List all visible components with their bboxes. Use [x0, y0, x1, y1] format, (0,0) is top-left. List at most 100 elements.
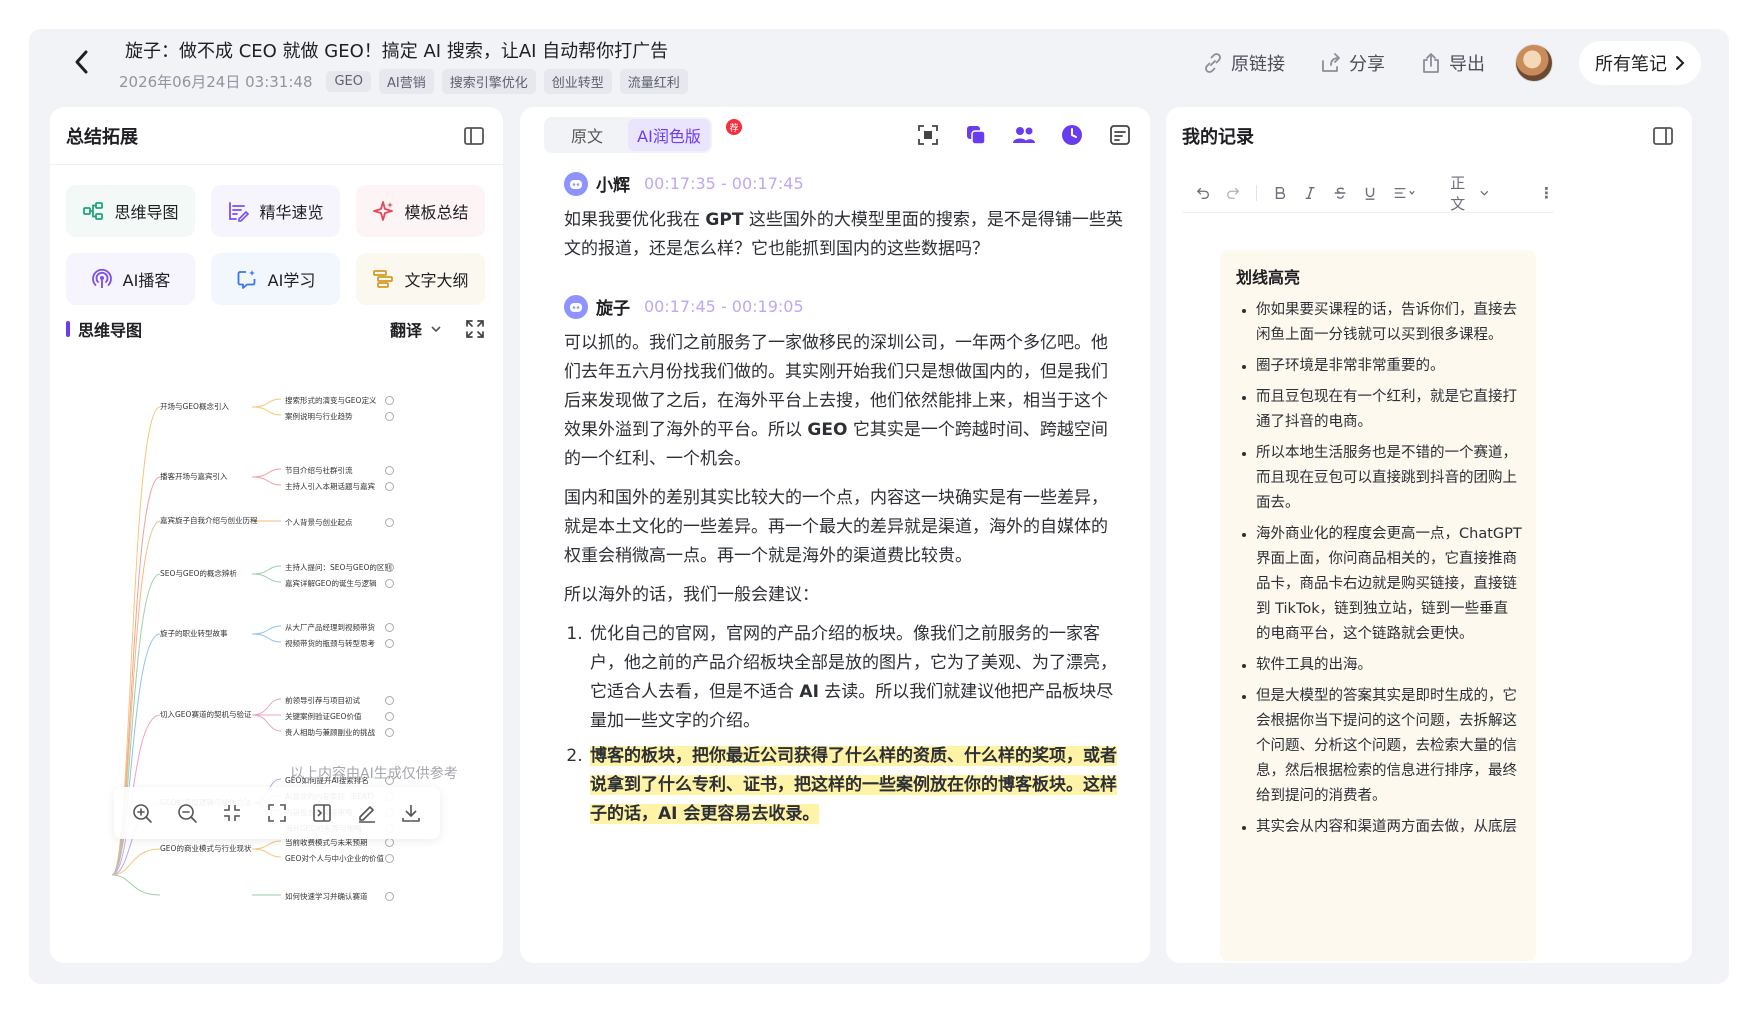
expand-node-icon[interactable] [385, 563, 394, 572]
tool-template-summary[interactable]: 模板总结 [356, 185, 485, 237]
align-icon[interactable] [1393, 185, 1416, 201]
expand-node-icon[interactable] [385, 712, 394, 721]
sidebar-toggle-icon[interactable] [463, 125, 485, 147]
strikethrough-icon[interactable] [1333, 185, 1347, 201]
mindmap-leaf-node[interactable]: 从大厂产品经理到视频带货 [285, 622, 375, 633]
copy-icon[interactable] [964, 123, 988, 147]
undo-icon[interactable] [1196, 185, 1210, 201]
collapse-icon[interactable] [221, 802, 243, 824]
tool-highlights[interactable]: 精华速览 [211, 185, 340, 237]
edit-icon[interactable] [356, 802, 378, 824]
expand-node-icon[interactable] [385, 579, 394, 588]
tool-ai-learning[interactable]: AI学习 [211, 253, 340, 305]
tool-text-outline[interactable]: 文字大纲 [356, 253, 485, 305]
mindmap-branch-node[interactable]: 嘉宾旋子自我介绍与创业历程 [160, 515, 258, 526]
avatar[interactable] [1515, 44, 1553, 82]
translate-dropdown[interactable]: 翻译 [390, 317, 442, 341]
export-button[interactable]: 导出 [1419, 50, 1485, 76]
speaker-time[interactable]: 00:17:35 - 00:17:45 [644, 174, 804, 193]
expand-node-icon[interactable] [385, 639, 394, 648]
tool-ai-podcast[interactable]: AI播客 [66, 253, 195, 305]
mindmap-edge [251, 565, 282, 575]
clock-icon[interactable] [1060, 123, 1084, 147]
redo-icon[interactable] [1226, 185, 1240, 201]
mindmap-leaf-node[interactable]: GEO对个人与中小企业的价值 [285, 853, 384, 864]
mindmap-branch-node[interactable]: SEO与GEO的概念辨析 [160, 568, 237, 579]
chevron-down-icon [431, 326, 441, 333]
mindmap-canvas[interactable]: 开场与GEO概念引入 搜索形式的演变与GEO定义 案例说明与行业趋势播客开场与嘉宾引… [50, 347, 503, 963]
tool-mindmap[interactable]: 思维导图 [66, 185, 195, 237]
tag[interactable]: GEO [326, 71, 372, 92]
list-item[interactable]: 海外商业化的程度会更高一点，ChatGPT 界面上面，你问商品相关的，它直接推商… [1236, 522, 1522, 647]
mindmap-branch-node[interactable]: 播客开场与嘉宾引入 [160, 471, 228, 482]
mindmap-leaf-node[interactable]: 节目介绍与社群引流 [285, 465, 353, 476]
list-item[interactable]: 你如果要买课程的话，告诉你们，直接去闲鱼上面一分钱就可以买到很多课程。 [1236, 298, 1522, 348]
back-button[interactable] [67, 47, 97, 77]
mindmap-leaf-node[interactable]: 关键案例验证GEO价值 [285, 711, 361, 722]
mindmap-edge [251, 848, 282, 858]
mindmap-branch-node[interactable]: 开场与GEO概念引入 [160, 401, 229, 412]
sidebar-toggle-icon[interactable] [1652, 125, 1674, 147]
list-item[interactable]: 其实会从内容和渠道两方面去做，从底层 [1236, 815, 1522, 840]
mindmap-branch-node[interactable]: 旋子的职业转型故事 [160, 628, 228, 639]
mindmap-leaf-node[interactable]: 视频带货的瓶颈与转型思考 [285, 638, 375, 649]
fit-screen-icon[interactable] [266, 802, 288, 824]
expand-node-icon[interactable] [385, 518, 394, 527]
tab-ai-polished[interactable]: AI润色版 [628, 119, 710, 151]
fullscreen-icon[interactable] [464, 318, 486, 340]
expand-node-icon[interactable] [385, 892, 394, 901]
bold-icon[interactable] [1273, 185, 1287, 201]
expand-node-icon[interactable] [385, 412, 394, 421]
mindmap-edge [251, 406, 282, 416]
list-item[interactable]: 圈子环境是非常非常重要的。 [1236, 354, 1522, 379]
list-item[interactable]: 而且豆包现在有一个红利，就是它直接打通了抖音的电商。 [1236, 385, 1522, 435]
mindmap-leaf-node[interactable]: 主持人引入本期话题与嘉宾 [285, 481, 375, 492]
list-item[interactable]: 所以本地生活服务也是不错的一个赛道，而且现在豆包可以直接跳到抖音的团购上面去。 [1236, 441, 1522, 516]
expand-node-icon[interactable] [385, 854, 394, 863]
zoom-out-icon[interactable] [176, 802, 198, 824]
chevron-left-icon [75, 50, 88, 74]
expand-node-icon[interactable] [385, 482, 394, 491]
speaker-time[interactable]: 00:17:45 - 00:19:05 [644, 297, 804, 316]
tab-original[interactable]: 原文 [546, 119, 628, 151]
mindmap-leaf-node[interactable]: 前领导引荐与项目初试 [285, 695, 360, 706]
expand-node-icon[interactable] [385, 623, 394, 632]
mindmap-branch-node[interactable]: GEO的商业模式与行业现状 [160, 843, 251, 854]
share-button[interactable]: 分享 [1319, 50, 1385, 76]
mindmap-leaf-node[interactable]: 主持人提问：SEO与GEO的区别 [285, 562, 392, 573]
expand-node-icon[interactable] [385, 696, 394, 705]
layout-icon[interactable] [311, 802, 333, 824]
italic-icon[interactable] [1303, 185, 1317, 201]
scan-icon[interactable] [916, 123, 940, 147]
more-icon[interactable]: ⋮ [1539, 184, 1554, 202]
expand-node-icon[interactable] [385, 466, 394, 475]
mindmap-leaf-node[interactable]: 如何快速学习并确认赛道 [285, 891, 368, 902]
mindmap-leaf-node[interactable]: 搜索形式的演变与GEO定义 [285, 395, 376, 406]
mindmap-leaf-node[interactable]: 案例说明与行业趋势 [285, 411, 353, 422]
expand-node-icon[interactable] [385, 728, 394, 737]
paragraph-style-select[interactable]: 正文 [1450, 172, 1489, 214]
mindmap-leaf-node[interactable]: 贵人相助与兼顾副业的挑战 [285, 727, 375, 738]
mindmap-leaf-node[interactable]: 嘉宾详解GEO的诞生与逻辑 [285, 578, 376, 589]
expand-node-icon[interactable] [385, 396, 394, 405]
mindmap-branch-node[interactable]: 切入GEO赛道的契机与验证 [160, 709, 251, 720]
transcript-content: 小辉 00:17:35 - 00:17:45 如果我要优化我在 GPT 这些国外… [564, 165, 1124, 951]
original-link-button[interactable]: 原链接 [1201, 50, 1285, 76]
accent-bar [66, 321, 70, 337]
tag[interactable]: 创业转型 [543, 69, 612, 94]
tag[interactable]: 流量红利 [619, 69, 688, 94]
download-icon[interactable] [400, 802, 422, 824]
subtitle-icon[interactable] [1108, 123, 1132, 147]
tag[interactable]: 搜索引擎优化 [441, 69, 536, 94]
zoom-in-icon[interactable] [131, 802, 153, 824]
list-item[interactable]: 软件工具的出海。 [1236, 653, 1522, 678]
highlight-notes: 划线高亮 你如果要买课程的话，告诉你们，直接去闲鱼上面一分钱就可以买到很多课程。… [1220, 250, 1536, 961]
list-item[interactable]: 但是大模型的答案其实是即时生成的，它会根据你当下提问的这个问题，去拆解这个问题、… [1236, 684, 1522, 809]
speakers-icon[interactable] [1012, 123, 1036, 147]
expand-node-icon[interactable] [385, 838, 394, 847]
underline-icon[interactable] [1363, 185, 1377, 201]
summary-panel: 总结拓展 思维导图 精华速览 模板总结 AI播客 AI学习 文字大纲 思维导图 … [50, 107, 503, 963]
tag[interactable]: AI营销 [379, 69, 434, 94]
all-notes-button[interactable]: 所有笔记 [1579, 41, 1701, 85]
mindmap-leaf-node[interactable]: 个人背景与创业起点 [285, 517, 353, 528]
